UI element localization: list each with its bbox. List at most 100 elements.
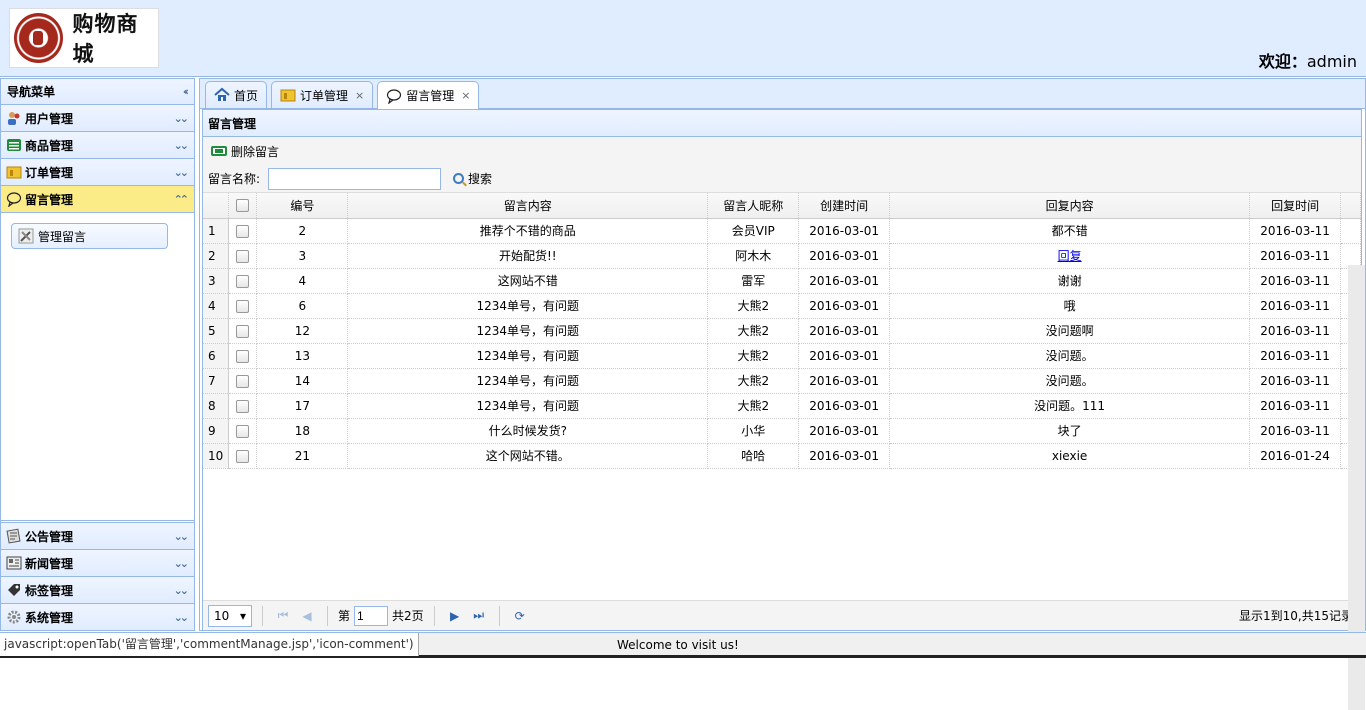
tab-comment[interactable]: 留言管理 ×: [377, 81, 480, 109]
sidebar-item-news[interactable]: 新闻管理 ⌄⌄: [1, 549, 194, 576]
row-checkbox[interactable]: [228, 293, 258, 319]
sidebar-item-tag[interactable]: 标签管理 ⌄⌄: [1, 576, 194, 603]
cell-content: 什么时候发货?: [347, 418, 709, 444]
first-page-button[interactable]: ⏮: [273, 606, 293, 626]
cell-replied: 2016-03-11: [1249, 418, 1341, 444]
chevron-down-icon: ⌄⌄: [173, 138, 190, 152]
table-row[interactable]: 4 6 1234单号，有问题 大熊2 2016-03-01 哦 2016-03-11: [203, 293, 1361, 319]
table-row[interactable]: 2 3 开始配货!! 阿木木 2016-03-01 回复 2016-03-11: [203, 243, 1361, 269]
row-checkbox[interactable]: [228, 343, 258, 369]
column-header[interactable]: 留言内容: [347, 193, 709, 219]
seal-icon: [14, 13, 63, 63]
column-header[interactable]: 留言人昵称: [707, 193, 800, 219]
folder-icon: [6, 164, 22, 180]
list-icon: [6, 137, 22, 153]
tab-label: 留言管理: [406, 89, 455, 103]
sidebar-item-notice[interactable]: 公告管理 ⌄⌄: [1, 522, 194, 549]
cell-id: 3: [256, 243, 349, 269]
sidebar-title-text: 导航菜单: [7, 85, 56, 99]
page-prefix: 第: [338, 609, 351, 623]
comment-icon: [386, 88, 402, 104]
row-checkbox[interactable]: [228, 443, 258, 469]
cell-reply: 没问题。: [889, 343, 1251, 369]
next-page-button[interactable]: ▶: [445, 606, 465, 626]
close-icon[interactable]: ×: [461, 89, 470, 102]
search-icon: [453, 173, 465, 184]
home-icon: [214, 87, 230, 103]
tab-home[interactable]: 首页: [205, 81, 268, 108]
delete-icon: [211, 146, 227, 156]
delete-comment-button[interactable]: 删除留言: [211, 143, 279, 160]
last-page-button[interactable]: ⏭: [469, 606, 489, 626]
chevron-down-icon: ⌄⌄: [173, 111, 190, 125]
select-all-checkbox[interactable]: [228, 193, 258, 219]
row-checkbox[interactable]: [228, 243, 258, 269]
page-number-input[interactable]: [354, 605, 389, 626]
cell-created: 2016-03-01: [798, 393, 891, 419]
sidebar: 导航菜单 ‹‹ 用户管理 ⌄⌄ 商品管理 ⌄⌄ 订单管理 ⌄⌄ 留言管理 ⌃⌃ …: [0, 78, 195, 631]
table-row[interactable]: 6 13 1234单号，有问题 大熊2 2016-03-01 没问题。 2016-03-11: [203, 343, 1361, 369]
cell-content: 1234单号，有问题: [347, 368, 709, 394]
row-checkbox[interactable]: [228, 318, 258, 344]
cell-reply: xiexie: [889, 443, 1251, 469]
gear-icon: [6, 609, 22, 625]
row-number: 10: [203, 443, 230, 469]
cell-nickname: 阿木木: [707, 243, 800, 269]
cell-content: 1234单号，有问题: [347, 343, 709, 369]
chevron-down-icon: ⌄⌄: [173, 610, 190, 624]
prev-page-button[interactable]: ◀: [297, 606, 317, 626]
refresh-icon[interactable]: ⟳: [510, 606, 530, 626]
reply-link[interactable]: 回复: [1058, 249, 1082, 263]
comment-panel: 留言管理 删除留言 留言名称: 搜索 编号 留言内容 留言人昵称 创建时间 回复…: [202, 109, 1362, 630]
tab-order[interactable]: 订单管理 ×: [271, 81, 374, 108]
sidebar-item-user[interactable]: 用户管理 ⌄⌄: [1, 105, 194, 132]
separator: [433, 605, 435, 626]
column-header[interactable]: 回复内容: [889, 193, 1251, 219]
search-button[interactable]: 搜索: [453, 170, 492, 187]
users-icon: [6, 110, 22, 126]
cell-created: 2016-03-01: [798, 418, 891, 444]
table-row[interactable]: 9 18 什么时候发货? 小华 2016-03-01 块了 2016-03-11: [203, 418, 1361, 444]
column-header[interactable]: 编号: [256, 193, 349, 219]
row-checkbox[interactable]: [228, 418, 258, 444]
sidebar-item-label: 新闻管理: [25, 556, 74, 571]
sidebar-item-product[interactable]: 商品管理 ⌄⌄: [1, 132, 194, 159]
rownum-header: [203, 193, 230, 219]
table-row[interactable]: 1 2 推荐个不错的商品 会员VIP 2016-03-01 都不错 2016-03-11: [203, 218, 1361, 244]
sidebar-item-order[interactable]: 订单管理 ⌄⌄: [1, 159, 194, 186]
row-checkbox[interactable]: [228, 393, 258, 419]
table-header-row: 编号 留言内容 留言人昵称 创建时间 回复内容 回复时间: [203, 193, 1361, 219]
row-checkbox[interactable]: [228, 218, 258, 244]
search-input[interactable]: [268, 167, 442, 190]
sidebar-item-label: 公告管理: [25, 529, 74, 544]
pagination-bar: 10 ▾ ⏮ ◀ 第 共2页 ▶ ⏭ ⟳ 显示1到10,共15记录: [203, 600, 1361, 630]
row-checkbox[interactable]: [228, 268, 258, 294]
page-size-select[interactable]: 10 ▾: [208, 604, 252, 627]
cell-content: 1234单号，有问题: [347, 293, 709, 319]
cell-reply: 谢谢: [889, 268, 1251, 294]
table-row[interactable]: 3 4 这网站不错 雷军 2016-03-01 谢谢 2016-03-11: [203, 268, 1361, 294]
column-header[interactable]: 创建时间: [798, 193, 891, 219]
row-number: 4: [203, 293, 230, 319]
cell-replied: 2016-01-24: [1249, 443, 1341, 469]
row-checkbox[interactable]: [228, 368, 258, 394]
cell-reply: 没问题啊: [889, 318, 1251, 344]
manage-comment-button[interactable]: 管理留言: [11, 223, 168, 249]
table-row[interactable]: 8 17 1234单号，有问题 大熊2 2016-03-01 没问题。111 2016-03…: [203, 393, 1361, 419]
table-row[interactable]: 10 21 这个网站不错。 哈哈 2016-03-01 xiexie 2016-01-24: [203, 443, 1361, 469]
sidebar-item-system[interactable]: 系统管理 ⌄⌄: [1, 603, 194, 630]
cell-created: 2016-03-01: [798, 268, 891, 294]
cell-content: 1234单号，有问题: [347, 393, 709, 419]
cell-replied: 2016-03-11: [1249, 293, 1341, 319]
sidebar-item-comment[interactable]: 留言管理 ⌃⌃: [1, 186, 194, 213]
search-label: 留言名称:: [208, 172, 261, 186]
cell-created: 2016-03-01: [798, 368, 891, 394]
table-row[interactable]: 5 12 1234单号，有问题 大熊2 2016-03-01 没问题啊 2016-03-11: [203, 318, 1361, 344]
cell-content: 开始配货!!: [347, 243, 709, 269]
column-header[interactable]: 回复时间: [1249, 193, 1341, 219]
collapse-left-icon[interactable]: ‹‹: [183, 85, 189, 98]
sidebar-item-label: 用户管理: [25, 111, 74, 126]
close-icon[interactable]: ×: [355, 89, 364, 102]
table-row[interactable]: 7 14 1234单号，有问题 大熊2 2016-03-01 没问题。 2016-03-11: [203, 368, 1361, 394]
sidebar-item-label: 留言管理: [25, 192, 74, 207]
